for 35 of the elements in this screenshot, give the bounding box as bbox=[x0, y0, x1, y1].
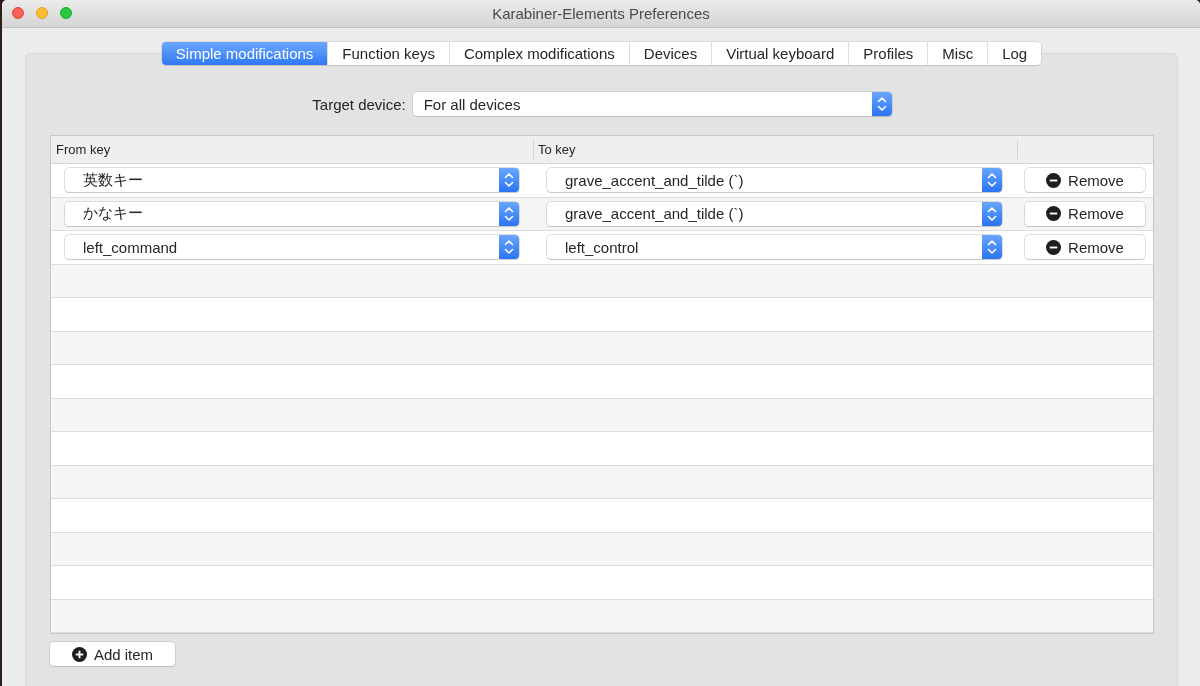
add-item-button[interactable]: Add item bbox=[50, 642, 175, 666]
updown-chevron-icon bbox=[982, 201, 1002, 226]
to-key-select[interactable]: left_control bbox=[547, 235, 1002, 260]
minus-circle-icon bbox=[1046, 206, 1062, 222]
column-header: From key bbox=[56, 142, 111, 157]
target-device-label: Target device: bbox=[312, 95, 406, 113]
remove-button[interactable]: Remove bbox=[1025, 201, 1145, 226]
remove-button[interactable]: Remove bbox=[1025, 235, 1145, 260]
zoom-button[interactable] bbox=[60, 7, 72, 19]
from-key-select[interactable]: 英数キー bbox=[65, 168, 519, 193]
plus-circle-icon bbox=[71, 646, 87, 662]
column-header: To key bbox=[538, 142, 576, 157]
minus-circle-icon bbox=[1046, 172, 1062, 188]
minus-circle-icon bbox=[1046, 239, 1062, 255]
updown-chevron-icon bbox=[982, 168, 1002, 193]
updown-chevron-icon bbox=[499, 235, 519, 260]
updown-chevron-icon bbox=[982, 235, 1002, 260]
target-device-select[interactable]: For all devices bbox=[412, 92, 892, 116]
tab[interactable]: Complex modifications bbox=[448, 42, 629, 65]
tab[interactable]: Misc bbox=[927, 42, 988, 65]
tab[interactable]: Virtual keyboard bbox=[711, 42, 849, 65]
updown-chevron-icon bbox=[871, 92, 892, 116]
updown-chevron-icon bbox=[499, 201, 519, 226]
updown-chevron-icon bbox=[499, 168, 519, 193]
close-button[interactable] bbox=[12, 7, 24, 19]
to-key-select[interactable]: grave_accent_and_tilde (`) bbox=[547, 201, 1002, 226]
from-key-select[interactable]: かなキー bbox=[65, 201, 519, 226]
to-key-select[interactable]: grave_accent_and_tilde (`) bbox=[547, 168, 1002, 193]
minimize-button[interactable] bbox=[36, 7, 48, 19]
from-key-select[interactable]: left_command bbox=[65, 235, 519, 260]
tab[interactable]: Devices bbox=[628, 42, 712, 65]
remove-button[interactable]: Remove bbox=[1025, 168, 1145, 193]
tab[interactable]: Profiles bbox=[848, 42, 928, 65]
tab[interactable]: Function keys bbox=[327, 42, 449, 65]
window-title: Karabiner-Elements Preferences bbox=[492, 5, 710, 22]
